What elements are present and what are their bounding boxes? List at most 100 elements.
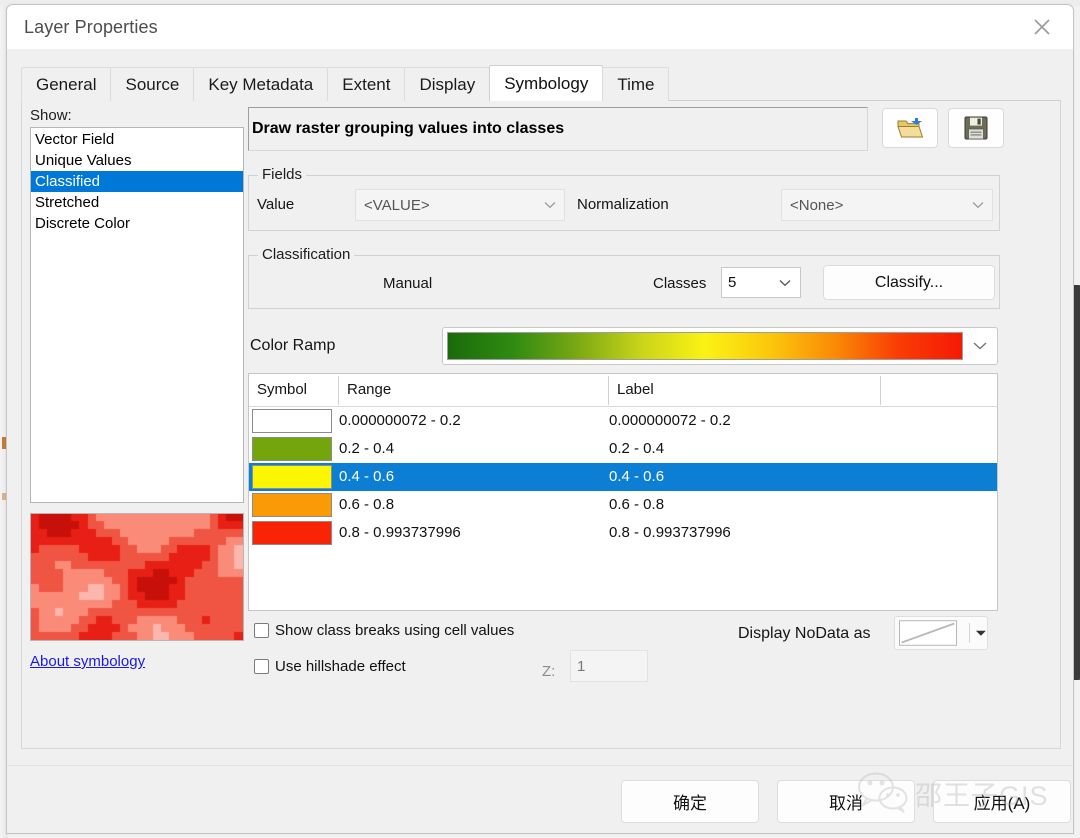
chevron-down-icon[interactable] — [975, 629, 987, 638]
close-icon — [1034, 19, 1050, 35]
layer-properties-dialog: Layer Properties General Source Key Meta… — [6, 4, 1074, 834]
chevron-down-icon — [973, 342, 987, 350]
symbol-swatch[interactable] — [252, 437, 332, 461]
value-field-selected: <VALUE> — [364, 196, 430, 214]
classes-label: Classes — [653, 275, 707, 292]
tab-label: Display — [419, 74, 476, 94]
show-list[interactable]: Vector Field Unique Values Classified St… — [30, 127, 244, 503]
dialog-footer: 确定 取消 应用(A) 邵王子GIS — [7, 765, 1073, 833]
color-ramp-gradient — [447, 332, 963, 360]
color-ramp-combobox[interactable] — [442, 327, 998, 365]
cancel-button[interactable]: 取消 — [777, 780, 915, 823]
tab-extent[interactable]: Extent — [327, 67, 406, 101]
show-item-label: Stretched — [35, 194, 100, 211]
table-row[interactable]: 0.000000072 - 0.2 0.000000072 - 0.2 — [249, 407, 997, 435]
cell-label: 0.8 - 0.993737996 — [609, 524, 731, 541]
fields-group: Fields Value <VALUE> Normalization <None… — [248, 166, 1000, 231]
show-item-discrete-color[interactable]: Discrete Color — [31, 213, 243, 234]
chevron-down-icon — [779, 279, 791, 286]
show-item-vector-field[interactable]: Vector Field — [31, 129, 243, 150]
symbol-swatch[interactable] — [252, 465, 332, 489]
cell-label: 0.6 - 0.8 — [609, 496, 665, 513]
apply-button-label: 应用(A) — [973, 794, 1031, 813]
tab-label: Key Metadata — [208, 74, 314, 94]
table-row[interactable]: 0.4 - 0.6 0.4 - 0.6 — [249, 463, 997, 491]
symbology-preview — [30, 513, 244, 641]
tab-general[interactable]: General — [21, 67, 112, 101]
save-symbology-button[interactable] — [948, 108, 1004, 148]
symbol-swatch[interactable] — [252, 493, 332, 517]
classes-value: 5 — [728, 274, 737, 291]
use-hillshade-row[interactable]: Use hillshade effect — [254, 658, 406, 675]
cell-range: 0.2 - 0.4 — [339, 440, 395, 457]
cell-label: 0.4 - 0.6 — [609, 468, 665, 485]
classify-button[interactable]: Classify... — [823, 265, 995, 300]
z-factor-value: 1 — [577, 657, 586, 675]
z-label: Z: — [542, 663, 556, 680]
symbol-swatch[interactable] — [252, 521, 332, 545]
about-symbology-link[interactable]: About symbology — [30, 653, 145, 670]
value-label: Value — [257, 196, 295, 213]
classes-combobox[interactable]: 5 — [721, 267, 801, 298]
ok-button-label: 确定 — [673, 794, 707, 813]
normalization-selected: <None> — [790, 196, 844, 214]
show-item-label: Discrete Color — [35, 215, 131, 232]
no-color-swatch-icon[interactable] — [899, 619, 964, 647]
column-header-range[interactable]: Range — [339, 374, 609, 406]
background-scrollbar[interactable] — [1073, 285, 1080, 680]
dialog-titlebar: Layer Properties — [7, 5, 1073, 49]
normalization-label: Normalization — [577, 196, 669, 213]
dialog-title: Layer Properties — [24, 16, 158, 37]
tab-time[interactable]: Time — [602, 67, 670, 101]
show-item-label: Unique Values — [35, 152, 132, 169]
show-item-unique-values[interactable]: Unique Values — [31, 150, 243, 171]
column-header-label[interactable]: Label — [609, 374, 881, 406]
ok-button[interactable]: 确定 — [621, 780, 759, 823]
tab-source[interactable]: Source — [110, 67, 195, 101]
cell-range: 0.6 - 0.8 — [339, 496, 395, 513]
nodata-separator — [969, 623, 971, 643]
show-label: Show: — [30, 107, 72, 124]
cell-label: 0.2 - 0.4 — [609, 440, 665, 457]
tab-bar: General Source Key Metadata Extent Displ… — [21, 65, 670, 101]
column-header-symbol[interactable]: Symbol — [249, 374, 339, 406]
tab-label: Time — [617, 74, 655, 94]
cancel-button-label: 取消 — [829, 794, 863, 813]
save-disk-icon — [964, 116, 988, 140]
tab-symbology[interactable]: Symbology — [489, 65, 604, 101]
description-box: Draw raster grouping values into classes — [248, 107, 868, 151]
normalization-combobox[interactable]: <None> — [781, 189, 993, 221]
load-symbology-button[interactable] — [882, 108, 938, 148]
cell-label: 0.000000072 - 0.2 — [609, 412, 731, 429]
symbology-right-pane: Draw raster grouping values into classes — [248, 107, 1054, 743]
close-button[interactable] — [1011, 5, 1073, 49]
show-class-breaks-row[interactable]: Show class breaks using cell values — [254, 622, 514, 639]
tab-label: Symbology — [504, 73, 589, 93]
fields-group-title: Fields — [258, 166, 307, 183]
show-item-classified[interactable]: Classified — [31, 171, 243, 192]
tab-label: Extent — [342, 74, 391, 94]
table-row[interactable]: 0.8 - 0.993737996 0.8 - 0.993737996 — [249, 519, 997, 547]
raster-preview-image — [31, 514, 243, 640]
classification-table[interactable]: Symbol Range Label 0.000000072 - 0.2 0.0… — [248, 373, 998, 611]
show-class-breaks-checkbox[interactable] — [254, 623, 269, 638]
apply-button[interactable]: 应用(A) — [933, 780, 1071, 823]
z-factor-input[interactable]: 1 — [570, 650, 648, 682]
folder-open-icon — [897, 117, 924, 137]
cell-range: 0.8 - 0.993737996 — [339, 524, 461, 541]
show-item-stretched[interactable]: Stretched — [31, 192, 243, 213]
symbology-panel: Show: Vector Field Unique Values Classif… — [21, 101, 1061, 749]
tab-key-metadata[interactable]: Key Metadata — [193, 67, 329, 101]
chevron-down-icon — [544, 202, 556, 209]
use-hillshade-checkbox[interactable] — [254, 659, 269, 674]
symbol-swatch[interactable] — [252, 409, 332, 433]
cell-range: 0.000000072 - 0.2 — [339, 412, 461, 429]
tab-display[interactable]: Display — [404, 67, 491, 101]
classification-method: Manual — [383, 275, 433, 292]
table-row[interactable]: 0.2 - 0.4 0.2 - 0.4 — [249, 435, 997, 463]
table-row[interactable]: 0.6 - 0.8 0.6 - 0.8 — [249, 491, 997, 519]
display-nodata-control[interactable] — [894, 616, 988, 650]
chevron-down-icon — [972, 202, 984, 209]
column-divider[interactable] — [880, 376, 881, 405]
value-field-combobox[interactable]: <VALUE> — [355, 189, 565, 221]
